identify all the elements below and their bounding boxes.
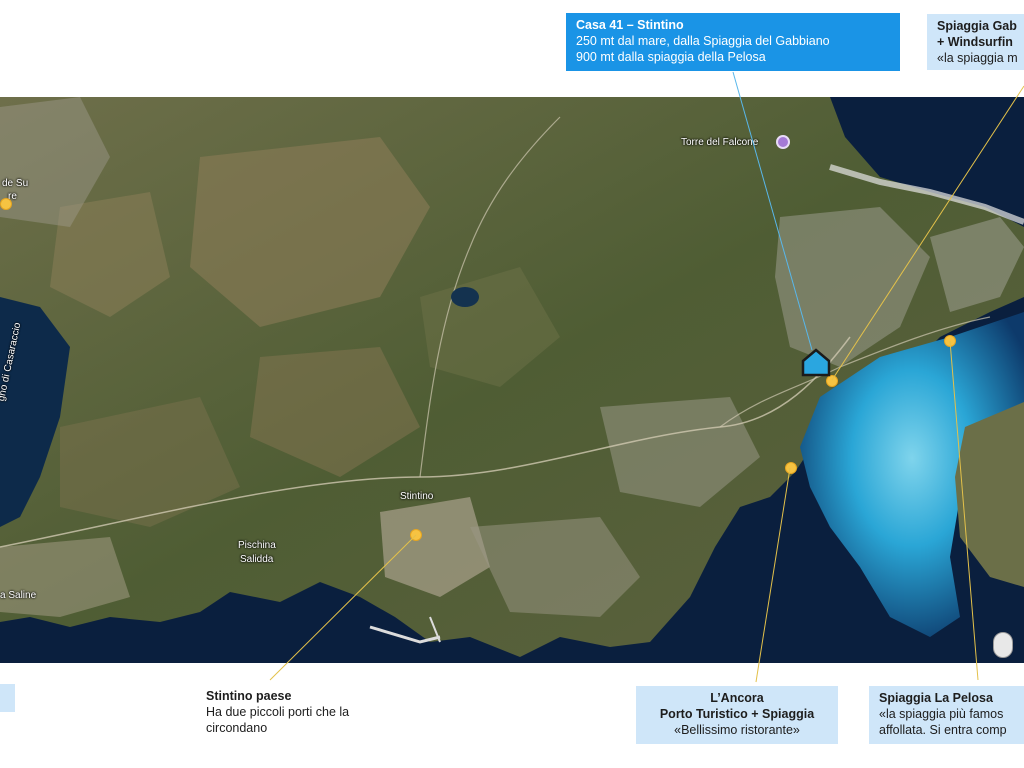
callout-spiaggia-la-pelosa: Spiaggia La Pelosa «la spiaggia più famo… [869, 686, 1024, 744]
callout-gabbiano-title1: Spiaggia Gab [937, 19, 1017, 33]
map-label-de-su: de Su [2, 178, 29, 189]
callout-pelosa-title: Spiaggia La Pelosa [879, 691, 993, 705]
callout-pelosa-line1: «la spiaggia più famos [879, 707, 1004, 721]
callout-ancora-title1: L’Ancora [710, 691, 764, 705]
satellite-map[interactable] [0, 97, 1024, 663]
poi-marker-ancora[interactable] [785, 462, 797, 474]
house-icon[interactable] [800, 347, 832, 377]
map-label-salidda: Salidda [240, 554, 274, 565]
callout-pelosa-line2: affollata. Si entra comp [879, 723, 1007, 737]
callout-casa-line2: 900 mt dalla spiaggia della Pelosa [576, 50, 766, 64]
callout-spiaggia-gabbiano: Spiaggia Gab + Windsurfin «la spiaggia m [927, 14, 1024, 70]
street-view-pegman-icon[interactable] [993, 632, 1013, 658]
callout-ancora-line1: «Bellissimo ristorante» [674, 723, 800, 737]
callout-left-stub [0, 684, 15, 712]
callout-ancora-title2: Porto Turistico + Spiaggia [659, 707, 815, 721]
landmark-icon[interactable] [776, 135, 790, 149]
callout-casa-41: Casa 41 – Stintino 250 mt dal mare, dall… [566, 13, 900, 71]
map-label-torre-del-falcone: Torre del Falcone [681, 137, 759, 148]
map-terrain [0, 97, 1024, 663]
callout-stintino-paese: Stintino paese Ha due piccoli porti che … [196, 688, 396, 736]
callout-casa-title: Casa 41 – Stintino [576, 18, 684, 32]
map-label-saline: a Saline [0, 590, 37, 601]
callout-paese-line2: circondano [206, 721, 268, 735]
poi-marker-de-su[interactable] [0, 198, 12, 210]
callout-gabbiano-title2: + Windsurfin [937, 35, 1013, 49]
poi-marker-pelosa[interactable] [944, 335, 956, 347]
map-label-stintino: Stintino [400, 491, 434, 502]
callout-paese-line1: Ha due piccoli porti che la [206, 705, 350, 719]
poi-marker-stintino-paese[interactable] [410, 529, 422, 541]
callout-l-ancora: L’Ancora Porto Turistico + Spiaggia «Bel… [636, 686, 838, 744]
map-label-pischina: Pischina [238, 540, 276, 551]
callout-paese-title: Stintino paese [206, 689, 292, 703]
callout-gabbiano-line1: «la spiaggia m [937, 51, 1018, 65]
callout-casa-line1: 250 mt dal mare, dalla Spiaggia del Gabb… [576, 34, 830, 48]
